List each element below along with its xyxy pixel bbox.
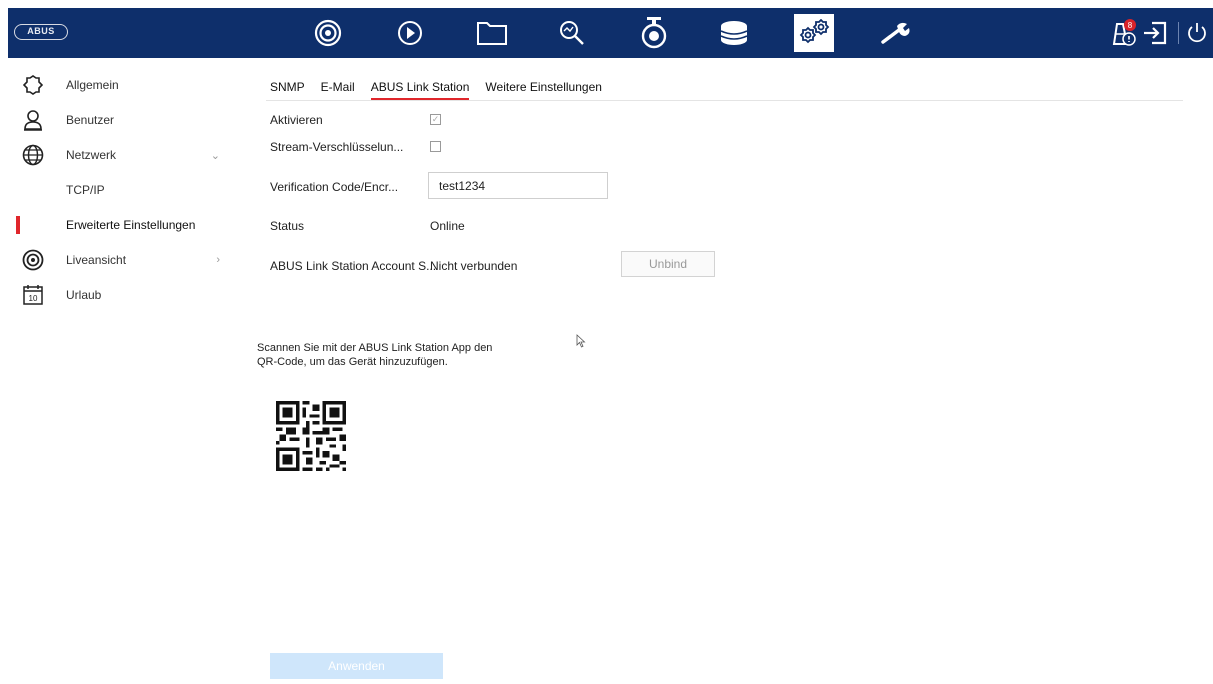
unbind-button[interactable]: Unbind xyxy=(621,251,715,277)
camera-icon[interactable] xyxy=(634,14,674,52)
alarm-notification-icon[interactable]: 8 xyxy=(1106,14,1142,52)
user-icon xyxy=(22,109,44,131)
enable-label: Aktivieren xyxy=(270,113,323,127)
qr-code xyxy=(276,401,346,471)
sidebar-item-label: Erweiterte Einstellungen xyxy=(66,218,196,232)
gear-icon xyxy=(22,74,44,96)
sidebar-item-label: TCP/IP xyxy=(66,183,105,197)
tab-abus-link-station[interactable]: ABUS Link Station xyxy=(370,80,470,100)
sidebar-item-tcpip[interactable]: TCP/IP xyxy=(8,173,230,207)
svg-text:10: 10 xyxy=(29,294,38,303)
status-label: Status xyxy=(270,219,305,233)
sidebar-item-label: Allgemein xyxy=(66,78,119,92)
mouse-cursor-icon xyxy=(576,334,586,348)
verification-code-label: Verification Code/Encr... xyxy=(270,180,399,194)
alarm-badge: 8 xyxy=(1128,21,1133,30)
verification-code-input[interactable] xyxy=(428,172,608,199)
configuration-icon[interactable] xyxy=(794,14,834,52)
top-navigation-bar: ABUS 8 xyxy=(8,8,1213,58)
storage-icon[interactable] xyxy=(714,14,754,52)
scan-instruction: Scannen Sie mit der ABUS Link Station Ap… xyxy=(257,341,557,369)
tab-divider xyxy=(266,100,1183,101)
sidebar: Allgemein Benutzer Netzwerk ⌄ TCP/IP Erw… xyxy=(8,58,230,684)
tab-email[interactable]: E-Mail xyxy=(321,80,355,100)
tab-snmp[interactable]: SNMP xyxy=(270,80,305,100)
sidebar-item-urlaub[interactable]: 10 Urlaub xyxy=(8,278,230,312)
tab-weitere-einstellungen[interactable]: Weitere Einstellungen xyxy=(485,80,602,100)
globe-icon xyxy=(22,144,44,166)
live-view-icon xyxy=(22,249,44,271)
sidebar-item-label: Netzwerk xyxy=(66,148,117,162)
divider xyxy=(1178,22,1179,44)
sidebar-item-netzwerk[interactable]: Netzwerk ⌄ xyxy=(8,138,230,172)
maintenance-icon[interactable] xyxy=(876,14,916,52)
playback-icon[interactable] xyxy=(390,14,430,52)
live-view-icon[interactable] xyxy=(308,14,348,52)
enable-checkbox[interactable]: ✓ xyxy=(430,114,441,125)
account-status-label: ABUS Link Station Account S... xyxy=(270,259,437,273)
account-status-value: Nicht verbunden xyxy=(430,259,518,273)
abus-logo: ABUS xyxy=(14,24,68,40)
sidebar-item-liveansicht[interactable]: Liveansicht › xyxy=(8,243,230,277)
scan-instruction-line-1: Scannen Sie mit der ABUS Link Station Ap… xyxy=(257,342,493,354)
calendar-icon: 10 xyxy=(22,284,44,306)
tab-bar: SNMP E-Mail ABUS Link Station Weitere Ei… xyxy=(270,80,602,100)
scan-instruction-line-2: QR-Code, um das Gerät hinzuzufügen. xyxy=(257,356,448,368)
status-value: Online xyxy=(430,219,465,233)
power-icon[interactable] xyxy=(1182,14,1212,52)
search-icon[interactable] xyxy=(552,14,592,52)
file-management-icon[interactable] xyxy=(472,14,512,52)
main-content: SNMP E-Mail ABUS Link Station Weitere Ei… xyxy=(230,58,1213,684)
sidebar-item-allgemein[interactable]: Allgemein xyxy=(8,68,230,102)
sidebar-item-benutzer[interactable]: Benutzer xyxy=(8,103,230,137)
stream-encryption-label: Stream-Verschlüsselun... xyxy=(270,140,404,154)
stream-encryption-checkbox[interactable] xyxy=(430,141,441,152)
logout-icon[interactable] xyxy=(1138,14,1172,52)
sidebar-item-label: Urlaub xyxy=(66,288,102,302)
sidebar-item-label: Benutzer xyxy=(66,113,115,127)
sidebar-item-erweiterte-einstellungen[interactable]: Erweiterte Einstellungen xyxy=(8,208,230,242)
apply-button[interactable]: Anwenden xyxy=(270,653,443,679)
sidebar-item-label: Liveansicht xyxy=(66,253,127,267)
chevron-right-icon: › xyxy=(216,254,220,266)
selected-marker xyxy=(16,216,20,234)
chevron-down-icon: ⌄ xyxy=(210,149,220,162)
